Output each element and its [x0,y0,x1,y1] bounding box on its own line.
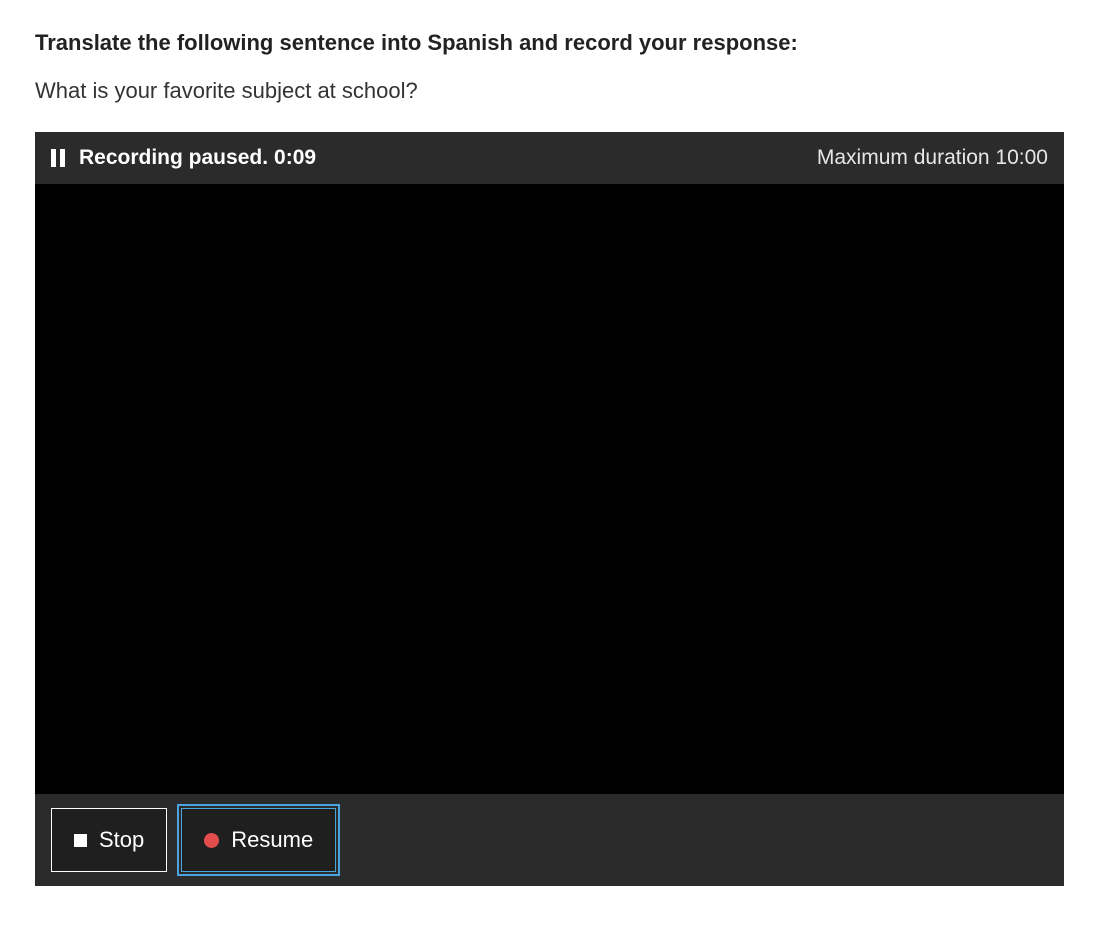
resume-button[interactable]: Resume [181,808,336,872]
prompt-text: What is your favorite subject at school? [35,78,1064,104]
resume-button-label: Resume [231,827,313,853]
recorder-controls: Stop Resume [35,794,1064,886]
video-preview [35,184,1064,794]
stop-button-label: Stop [99,827,144,853]
recorder-max-duration: Maximum duration 10:00 [817,146,1048,170]
recorder-status-bar: Recording paused. 0:09 Maximum duration … [35,132,1064,184]
record-icon [204,833,219,848]
recorder-panel: Recording paused. 0:09 Maximum duration … [35,132,1064,886]
stop-icon [74,834,87,847]
recorder-status-text: Recording paused. [79,146,268,170]
recorder-status-left: Recording paused. 0:09 [51,146,316,170]
recorder-elapsed-time: 0:09 [274,146,316,170]
pause-icon [51,149,69,167]
stop-button[interactable]: Stop [51,808,167,872]
prompt-title: Translate the following sentence into Sp… [35,30,1064,56]
